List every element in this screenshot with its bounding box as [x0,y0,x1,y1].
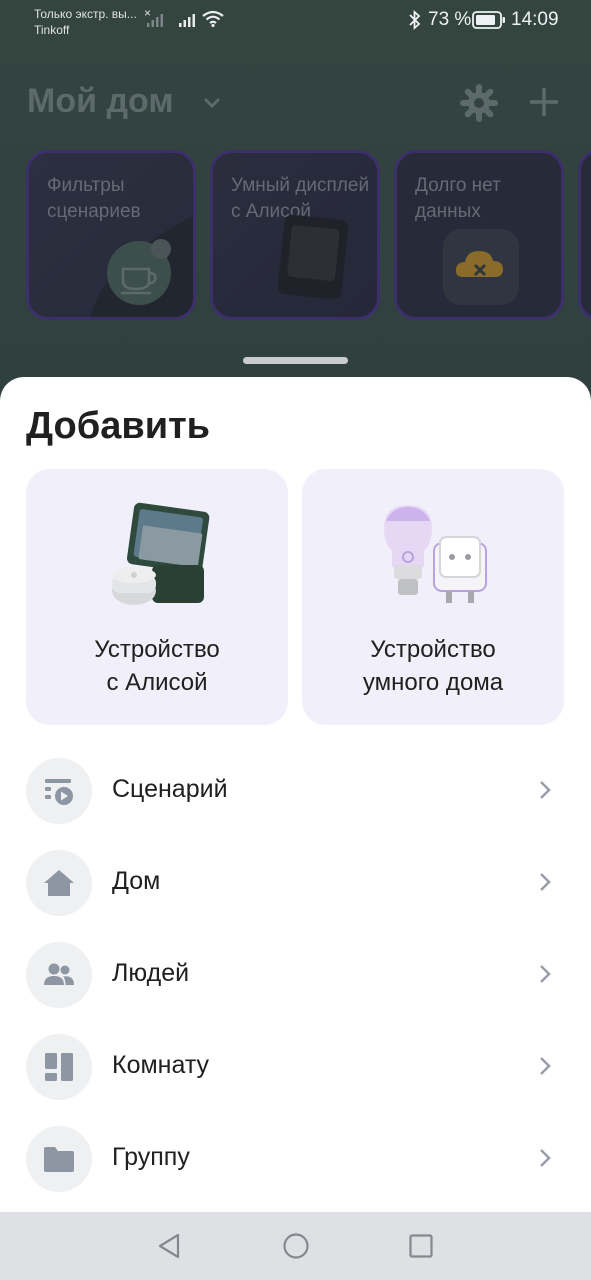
plus-icon [530,88,558,116]
chevron-down-icon [203,97,221,109]
tile-label: Устройство умного дома [302,633,564,699]
chevron-right-icon [540,965,551,983]
sheet-title: Добавить [26,405,211,447]
row-label: Дом [112,867,161,895]
chevron-right-icon [540,873,551,891]
notification-text: Только экстр. вы... Tinkoff [34,6,137,38]
system-navigation-bar [0,1212,591,1280]
gear-icon [460,84,498,122]
tile-alice-device[interactable]: Устройство с Алисой [26,469,288,725]
add-bottom-sheet: Добавить Устройство с Алисой Устройство … [0,377,591,1212]
folder-icon [44,1147,74,1172]
row-icon-circle [26,758,92,824]
row-group[interactable]: Группу [0,1113,591,1205]
row-home[interactable]: Дом [0,837,591,929]
room-icon [45,1053,73,1081]
recent-apps-icon[interactable] [408,1233,434,1259]
row-label: Группу [112,1143,190,1171]
card-label: Долго нет данных [415,175,501,222]
back-icon[interactable] [156,1232,182,1260]
notification-line-1: Только экстр. вы... [34,7,137,21]
wifi-icon [202,10,224,28]
battery-percent: 73 % [428,9,472,30]
tile-label-line2: с Алисой [106,669,208,696]
signal-icon [147,14,163,27]
house-icon [44,870,74,896]
row-icon-circle [26,1034,92,1100]
signal-icon [179,14,195,27]
status-bar: Только экстр. вы... Tinkoff × 73 % 14:09 [0,0,591,44]
tile-label: Устройство с Алисой [26,633,288,699]
row-scenario[interactable]: Сценарий [0,745,591,837]
tile-label-line1: Устройство [370,636,496,663]
row-icon-circle [26,942,92,1008]
card-partial [578,150,591,320]
row-icon-circle [26,850,92,916]
smart-display-image [277,214,349,300]
chevron-right-icon [540,1149,551,1167]
row-people[interactable]: Людей [0,929,591,1021]
cup-icon [107,239,171,305]
scenario-icon [45,779,73,805]
chevron-right-icon [540,1057,551,1075]
bluetooth-icon [409,10,421,30]
tile-label-line2: умного дома [362,669,504,696]
notification-line-2: Tinkoff [34,23,70,37]
tile-label-line1: Устройство [94,636,220,663]
card-scenario-filters: Фильтры сценариев [26,150,196,320]
home-icon[interactable] [282,1232,310,1260]
cloud-offline-icon [443,229,519,305]
card-no-data: Долго нет данных [394,150,564,320]
alice-device-image [112,502,210,605]
battery-icon [472,11,505,29]
row-label: Людей [112,959,190,987]
row-room[interactable]: Комнату [0,1021,591,1113]
smart-home-device-image [384,505,487,603]
home-title: Мой дом [27,82,174,120]
clock: 14:09 [511,9,559,30]
sheet-grabber[interactable] [243,357,348,364]
people-icon [44,963,74,985]
chevron-right-icon [540,781,551,799]
row-label: Сценарий [112,775,228,803]
card-smart-display: Умный дисплей с Алисой [210,150,380,320]
tile-smart-home-device[interactable]: Устройство умного дома [302,469,564,725]
row-label: Комнату [112,1051,210,1079]
card-label: Фильтры сценариев [47,175,141,222]
row-icon-circle [26,1126,92,1192]
